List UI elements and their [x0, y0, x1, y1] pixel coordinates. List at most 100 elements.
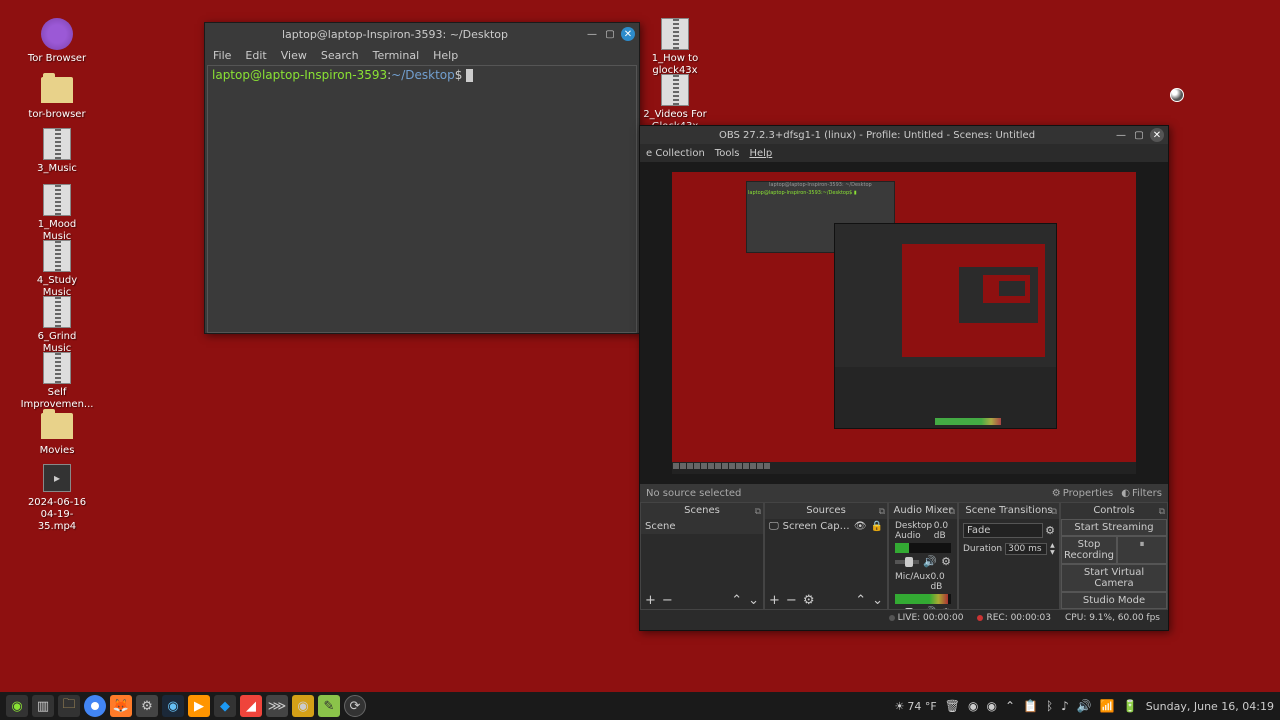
taskbar-files[interactable]: 🗀 — [58, 695, 80, 717]
remove-button[interactable]: − — [786, 593, 797, 608]
move-up-button[interactable]: ⌃ — [855, 593, 866, 608]
visibility-toggle[interactable]: 👁 — [854, 521, 867, 532]
taskbar-chrome[interactable] — [84, 695, 106, 717]
filters-button[interactable]: ◐Filters — [1121, 488, 1162, 499]
tray-network-icon[interactable]: 📶 — [1100, 699, 1115, 713]
channel-settings-button[interactable]: ⚙ — [941, 606, 951, 609]
obs-menubar: e Collection Tools Help — [640, 144, 1168, 162]
desktop-icon-music3[interactable]: 3_Music — [22, 128, 92, 175]
desktop-icon-mood-music[interactable]: 1_Mood Music — [22, 184, 92, 243]
taskbar-anydesk[interactable]: ◢ — [240, 695, 262, 717]
maximize-button[interactable]: ▢ — [603, 27, 617, 41]
start-virtual-camera-button[interactable]: Start Virtual Camera — [1061, 564, 1167, 592]
mute-button[interactable]: 🔊 — [923, 606, 937, 609]
start-menu-button[interactable]: ◉ — [6, 695, 28, 717]
weather-widget[interactable]: ☀74 °F — [895, 700, 937, 713]
transition-settings-button[interactable]: ⚙ — [1045, 524, 1055, 537]
menu-tools[interactable]: Tools — [715, 148, 740, 159]
dock-sources: Sources⧉ 🖵 Screen Capture (XSHM) 👁 🔒 + −… — [764, 502, 888, 610]
dock-scene-transitions: Scene Transitions⧉ Fade ⚙ Duration 300 m… — [958, 502, 1060, 610]
add-button[interactable]: + — [645, 593, 656, 608]
zip-icon — [659, 18, 691, 50]
taskbar-firefox[interactable]: 🦊 — [110, 695, 132, 717]
taskbar-editor[interactable]: ✎ — [318, 695, 340, 717]
tray-obs-icon[interactable]: ◉ — [968, 699, 978, 713]
taskbar-updates[interactable]: ⟳ — [344, 695, 366, 717]
volume-slider[interactable] — [895, 560, 919, 564]
settings-button[interactable]: ⚙ — [803, 593, 815, 608]
popout-icon[interactable]: ⧉ — [949, 504, 955, 520]
terminal-window: laptop@laptop-Inspiron-3593: ~/Desktop —… — [204, 22, 640, 334]
desktop-icon-recording-file[interactable]: ▸ 2024-06-16 04-19-35.mp4 — [22, 462, 92, 533]
menu-help[interactable]: Help — [433, 49, 458, 62]
obs-preview[interactable]: laptop@laptop-Inspiron-3593: ~/Desktop l… — [640, 162, 1168, 484]
channel-settings-button[interactable]: ⚙ — [941, 555, 951, 568]
tray-bluetooth-icon[interactable]: ᛒ — [1046, 699, 1053, 713]
add-button[interactable]: + — [769, 593, 780, 608]
tray-volume-icon[interactable]: 🔊 — [1077, 699, 1092, 713]
tray-steam-icon[interactable]: ◉ — [986, 699, 996, 713]
icon-label: Self Improvemen... — [21, 387, 94, 411]
zip-icon — [659, 74, 691, 106]
desktop-icon-how-to-glock[interactable]: 1_How to glock43x — [640, 18, 710, 77]
move-up-button[interactable]: ⌃ — [731, 593, 742, 608]
source-item[interactable]: 🖵 Screen Capture (XSHM) 👁 🔒 — [765, 519, 887, 534]
popout-icon[interactable]: ⧉ — [755, 504, 761, 520]
taskbar-settings[interactable]: ⚙ — [136, 695, 158, 717]
menu-terminal[interactable]: Terminal — [373, 49, 420, 62]
menu-file[interactable]: File — [213, 49, 231, 62]
duration-input[interactable]: 300 ms — [1005, 543, 1047, 555]
start-streaming-button[interactable]: Start Streaming — [1061, 519, 1167, 536]
menu-view[interactable]: View — [281, 49, 307, 62]
move-down-button[interactable]: ⌄ — [748, 593, 759, 608]
tray-audio-icon[interactable]: ♪ — [1061, 699, 1069, 713]
tray-chevron-icon[interactable]: ⌃ — [1005, 699, 1015, 713]
stop-recording-button[interactable]: Stop Recording — [1061, 536, 1117, 564]
lock-toggle[interactable]: 🔒 — [871, 521, 883, 532]
taskbar-steam[interactable]: ◉ — [162, 695, 184, 717]
tray-clipboard-icon[interactable]: 📋 — [1023, 699, 1038, 713]
menu-help[interactable]: Help — [749, 148, 772, 159]
minimize-button[interactable]: — — [585, 27, 599, 41]
popout-icon[interactable]: ⧉ — [1159, 504, 1165, 520]
taskbar-show-desktop[interactable]: ▥ — [32, 695, 54, 717]
studio-mode-button[interactable]: Studio Mode — [1061, 592, 1167, 609]
properties-button[interactable]: ⚙Properties — [1052, 488, 1114, 499]
desktop-icon-grind-music[interactable]: 6_Grind Music — [22, 296, 92, 355]
taskbar-app-2[interactable]: ◉ — [292, 695, 314, 717]
transition-select[interactable]: Fade — [963, 523, 1043, 538]
pause-recording-button[interactable]: ⏸ — [1117, 536, 1167, 564]
taskbar-media[interactable]: ▶ — [188, 695, 210, 717]
desktop-icon-self-improvement[interactable]: Self Improvemen... — [22, 352, 92, 411]
icon-label: tor-browser — [28, 109, 85, 121]
terminal-body[interactable]: laptop@laptop-Inspiron-3593:~/Desktop$ — [207, 65, 637, 333]
desktop-icon-movies[interactable]: Movies — [22, 410, 92, 457]
terminal-titlebar[interactable]: laptop@laptop-Inspiron-3593: ~/Desktop —… — [205, 23, 639, 45]
tray-trash-icon[interactable]: 🗑 — [945, 699, 960, 713]
remove-button[interactable]: − — [662, 593, 673, 608]
desktop-icon-tor-folder[interactable]: tor-browser — [22, 74, 92, 121]
menu-edit[interactable]: Edit — [245, 49, 266, 62]
desktop-icon-tor-browser[interactable]: Tor Browser — [22, 18, 92, 65]
desktop-icon-study-music[interactable]: 4_Study Music — [22, 240, 92, 299]
menu-search[interactable]: Search — [321, 49, 359, 62]
taskbar-kde[interactable]: ◆ — [214, 695, 236, 717]
display-icon: 🖵 — [769, 521, 779, 532]
clock[interactable]: Sunday, June 16, 04:19 — [1146, 700, 1274, 713]
taskbar-app[interactable]: ⋙ — [266, 695, 288, 717]
close-button[interactable]: ✕ — [621, 27, 635, 41]
scene-item[interactable]: Scene — [641, 519, 763, 534]
tray-battery-icon[interactable]: 🔋 — [1123, 699, 1138, 713]
obs-titlebar[interactable]: OBS 27.2.3+dfsg1-1 (linux) - Profile: Un… — [640, 126, 1168, 144]
minimize-button[interactable]: — — [1114, 128, 1128, 142]
close-button[interactable]: ✕ — [1150, 128, 1164, 142]
maximize-button[interactable]: ▢ — [1132, 128, 1146, 142]
menu-scene-collection[interactable]: e Collection — [646, 148, 705, 159]
duration-spinner[interactable]: ▲▼ — [1050, 542, 1055, 556]
desktop-widget-icon[interactable] — [1170, 88, 1184, 102]
popout-icon[interactable]: ⧉ — [1051, 504, 1057, 520]
mute-button[interactable]: 🔊 — [923, 555, 937, 568]
popout-icon[interactable]: ⧉ — [879, 504, 885, 520]
move-down-button[interactable]: ⌄ — [872, 593, 883, 608]
obs-source-toolbar: No source selected ⚙Properties ◐Filters — [640, 484, 1168, 502]
